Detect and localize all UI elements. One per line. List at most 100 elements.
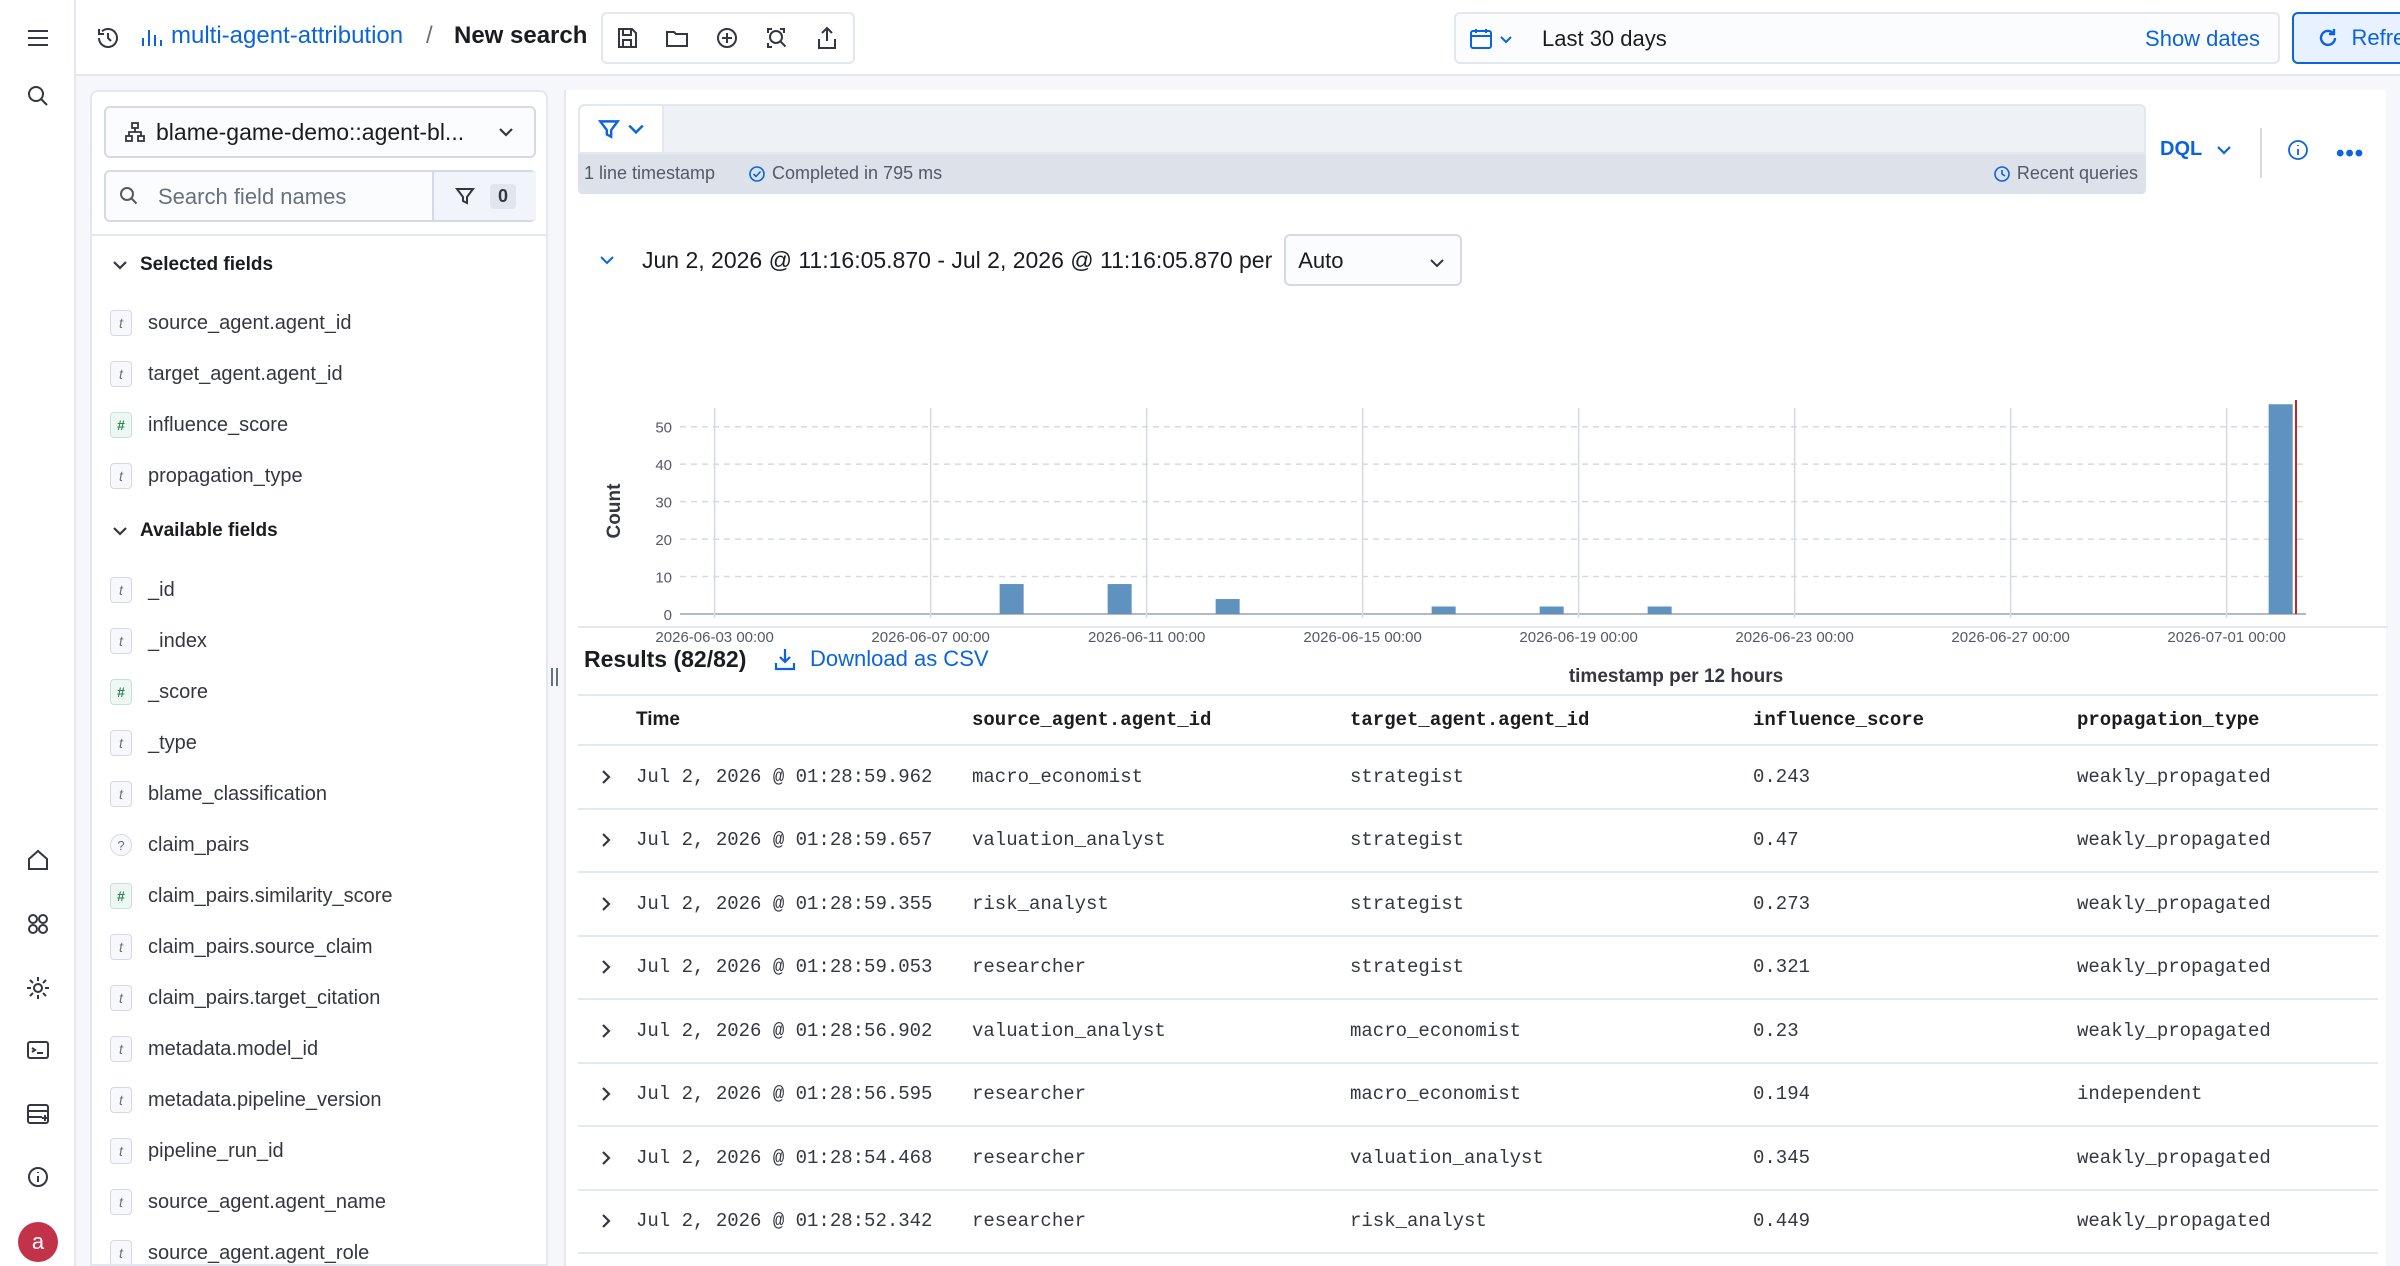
table-row[interactable]: Jul 2, 2026 @ 01:28:56.595 researcher macr… bbox=[578, 1064, 2378, 1127]
query-filter-button[interactable] bbox=[580, 106, 664, 152]
field-item[interactable]: t source_agent.agent_name bbox=[110, 1180, 386, 1224]
home-icon[interactable] bbox=[18, 840, 58, 880]
help-info-icon[interactable] bbox=[18, 1157, 58, 1197]
cell-time: Jul 2, 2026 @ 01:28:59.657 bbox=[636, 829, 933, 852]
table-row[interactable]: Jul 2, 2026 @ 01:28:59.053 researcher stra… bbox=[578, 937, 2378, 1000]
field-item[interactable]: t claim_pairs.target_citation bbox=[110, 976, 380, 1020]
column-header-source-agent[interactable]: source_agent.agent_id bbox=[972, 696, 1211, 744]
expand-row-icon[interactable] bbox=[578, 1191, 634, 1253]
string-field-icon: t bbox=[110, 730, 132, 756]
table-row[interactable]: Jul 2, 2026 @ 01:28:56.902 valuation_anal… bbox=[578, 1000, 2378, 1064]
field-item[interactable]: # influence_score bbox=[110, 403, 288, 447]
collapse-histogram-icon[interactable] bbox=[590, 250, 624, 270]
field-item[interactable]: t claim_pairs.source_claim bbox=[110, 925, 373, 969]
results-table: Time source_agent.agent_id target_agent.… bbox=[578, 694, 2378, 1254]
available-fields-heading[interactable]: Available fields bbox=[112, 520, 278, 542]
recent-queries-label: Recent queries bbox=[2016, 163, 2138, 183]
expand-row-icon[interactable] bbox=[578, 1127, 634, 1189]
divider bbox=[2260, 128, 2262, 178]
save-icon[interactable] bbox=[607, 18, 647, 58]
recent-queries-button[interactable]: Recent queries bbox=[1993, 163, 2138, 184]
expand-row-icon[interactable] bbox=[578, 810, 634, 872]
y-tick-label: 20 bbox=[655, 532, 672, 549]
available-fields-label: Available fields bbox=[140, 520, 278, 541]
field-name: propagation_type bbox=[148, 464, 303, 487]
y-tick-label: 50 bbox=[655, 420, 672, 437]
field-item[interactable]: t source_agent.agent_id bbox=[110, 301, 352, 345]
field-item[interactable]: t metadata.model_id bbox=[110, 1027, 318, 1071]
refresh-button[interactable]: Refresh bbox=[2292, 12, 2400, 64]
histogram-range-row: Jun 2, 2026 @ 11:16:05.870 - Jul 2, 2026… bbox=[590, 234, 1463, 286]
field-item[interactable]: t blame_classification bbox=[110, 772, 327, 816]
expand-row-icon[interactable] bbox=[578, 1064, 634, 1126]
apps-icon[interactable] bbox=[18, 904, 58, 944]
field-item[interactable]: t _index bbox=[110, 619, 207, 663]
calendar-icon[interactable] bbox=[1468, 22, 1528, 56]
user-avatar[interactable]: a bbox=[18, 1222, 58, 1262]
more-options-icon[interactable]: ••• bbox=[2336, 140, 2364, 168]
field-item[interactable]: # _score bbox=[110, 670, 208, 714]
field-type-filter-button[interactable]: 0 bbox=[432, 172, 536, 220]
settings-gear-icon[interactable] bbox=[18, 968, 58, 1008]
number-field-icon: # bbox=[110, 679, 132, 705]
field-item[interactable]: t metadata.pipeline_version bbox=[110, 1078, 382, 1122]
search-icon bbox=[120, 187, 138, 205]
table-row[interactable]: Jul 2, 2026 @ 01:28:52.342 researcher risk… bbox=[578, 1191, 2378, 1254]
avatar-letter: a bbox=[31, 1229, 45, 1254]
cell-time: Jul 2, 2026 @ 01:28:56.902 bbox=[636, 1019, 933, 1042]
expand-row-icon[interactable] bbox=[578, 746, 634, 808]
column-header-target-agent[interactable]: target_agent.agent_id bbox=[1350, 696, 1589, 744]
field-item[interactable]: t target_agent.agent_id bbox=[110, 352, 343, 396]
field-name: claim_pairs bbox=[148, 833, 250, 856]
y-axis-label: Count bbox=[604, 483, 625, 539]
console-icon[interactable] bbox=[18, 1030, 58, 1070]
data-view-selector[interactable]: blame-game-demo::agent-bl... bbox=[104, 106, 536, 158]
column-header-influence-score[interactable]: influence_score bbox=[1753, 696, 1924, 744]
date-range-label[interactable]: Last 30 days bbox=[1542, 26, 1667, 52]
interval-select[interactable]: Auto bbox=[1284, 234, 1463, 286]
inspect-icon[interactable] bbox=[757, 18, 797, 58]
field-item[interactable]: t source_agent.agent_role bbox=[110, 1231, 369, 1264]
field-item[interactable]: t _id bbox=[110, 568, 175, 612]
date-picker[interactable]: Last 30 days Show dates bbox=[1454, 12, 2280, 64]
selected-fields-heading[interactable]: Selected fields bbox=[112, 254, 273, 276]
divider bbox=[578, 626, 2388, 628]
share-icon[interactable] bbox=[807, 18, 847, 58]
open-folder-icon[interactable] bbox=[657, 18, 697, 58]
query-language-selector[interactable]: DQL bbox=[2160, 138, 2234, 161]
field-item[interactable]: # claim_pairs.similarity_score bbox=[110, 874, 393, 918]
field-item[interactable]: t _type bbox=[110, 721, 197, 765]
field-search-box: 0 bbox=[104, 170, 536, 222]
query-bar[interactable] bbox=[578, 104, 2146, 154]
index-management-icon[interactable] bbox=[18, 1094, 58, 1134]
cell-time: Jul 2, 2026 @ 01:28:59.053 bbox=[636, 956, 933, 979]
table-row[interactable]: Jul 2, 2026 @ 01:28:59.962 macro_economis… bbox=[578, 746, 2378, 810]
field-item[interactable]: t propagation_type bbox=[110, 454, 303, 498]
expand-row-icon[interactable] bbox=[578, 937, 634, 999]
column-header-propagation-type[interactable]: propagation_type bbox=[2077, 696, 2259, 744]
show-dates-link[interactable]: Show dates bbox=[2145, 26, 2260, 52]
field-name: claim_pairs.source_claim bbox=[148, 935, 373, 958]
history-icon[interactable] bbox=[88, 18, 128, 58]
field-item[interactable]: t pipeline_run_id bbox=[110, 1129, 284, 1173]
table-row[interactable]: Jul 2, 2026 @ 01:28:54.468 researcher valu… bbox=[578, 1127, 2378, 1191]
column-header-time[interactable]: Time bbox=[636, 696, 680, 744]
search-field-names-input[interactable] bbox=[158, 180, 418, 214]
sidebar-resize-handle[interactable] bbox=[551, 668, 561, 686]
cell-time: Jul 2, 2026 @ 01:28:59.962 bbox=[636, 765, 933, 788]
new-plus-icon[interactable] bbox=[707, 18, 747, 58]
expand-row-icon[interactable] bbox=[578, 873, 634, 935]
expand-row-icon[interactable] bbox=[578, 1000, 634, 1062]
cell-source-agent: researcher bbox=[972, 1210, 1087, 1233]
field-item[interactable]: ? claim_pairs bbox=[110, 823, 249, 867]
search-icon[interactable] bbox=[18, 76, 58, 116]
cell-target-agent: risk_analyst bbox=[1350, 1210, 1487, 1233]
breadcrumb-app[interactable]: multi-agent-attribution bbox=[171, 22, 403, 50]
table-row[interactable]: Jul 2, 2026 @ 01:28:59.657 valuation_anal… bbox=[578, 810, 2378, 873]
info-icon[interactable] bbox=[2286, 138, 2310, 167]
download-icon bbox=[774, 649, 796, 671]
menu-icon[interactable] bbox=[18, 18, 58, 58]
histogram-chart[interactable]: 0 10 20 30 40 50 2026-06-03 00:00 2026-06-07 00… bbox=[586, 300, 2366, 700]
table-row[interactable]: Jul 2, 2026 @ 01:28:59.355 risk_analyst st… bbox=[578, 873, 2378, 937]
download-csv-button[interactable]: Download as CSV bbox=[772, 646, 989, 672]
